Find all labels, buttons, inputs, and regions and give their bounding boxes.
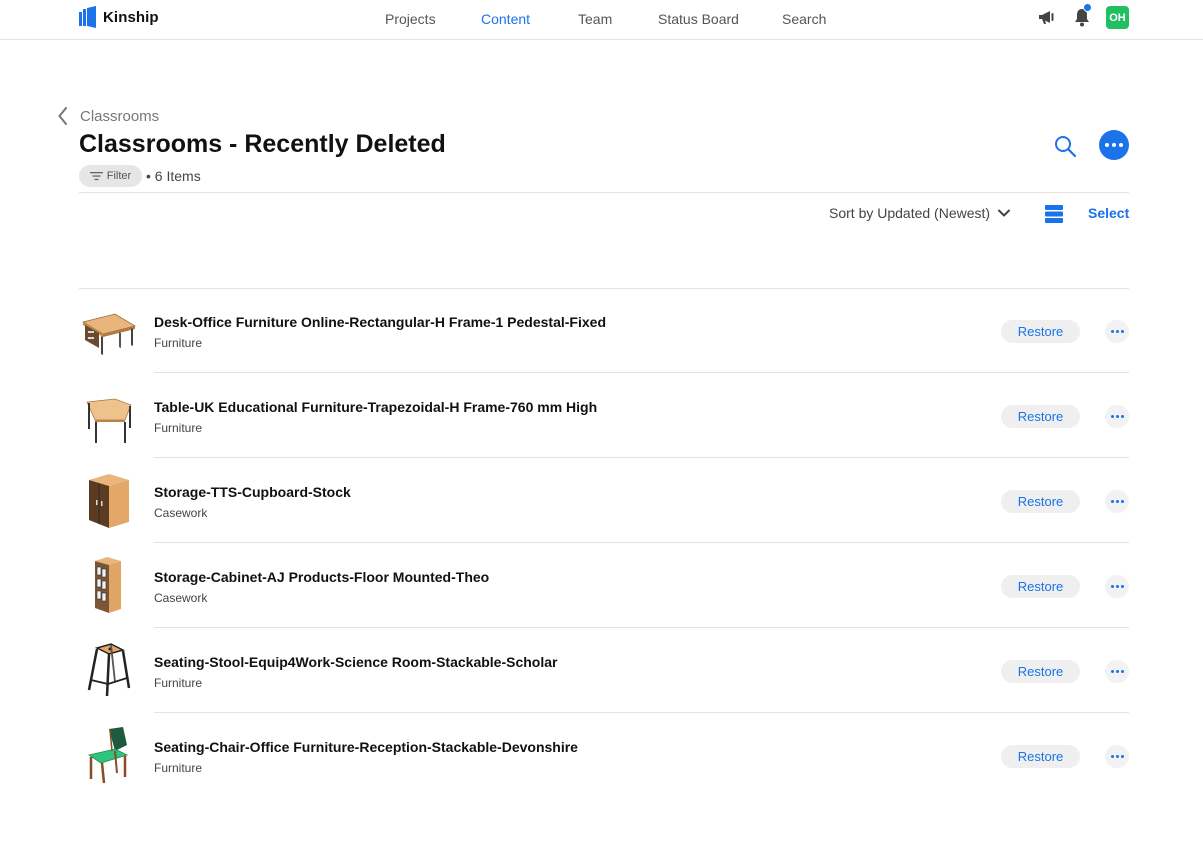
- dot: [1115, 330, 1119, 333]
- desk-icon: [81, 313, 137, 355]
- dot: [1105, 143, 1109, 147]
- kinship-logo[interactable]: Kinship: [79, 6, 159, 28]
- item-more-button[interactable]: [1105, 745, 1129, 768]
- dot: [1120, 585, 1124, 588]
- dot: [1120, 670, 1124, 673]
- filter-icon: [89, 172, 103, 181]
- nav-projects[interactable]: Projects: [385, 11, 436, 27]
- item-count: • 6 Items: [146, 168, 201, 184]
- restore-button[interactable]: Restore: [1001, 575, 1080, 598]
- chair-icon: [88, 727, 129, 784]
- back-to-classrooms[interactable]: Classrooms: [58, 107, 159, 125]
- item-more-button[interactable]: [1105, 660, 1129, 683]
- item-category: Furniture: [154, 421, 203, 435]
- restore-button[interactable]: Restore: [1001, 660, 1080, 683]
- cabinet-icon: [95, 557, 121, 613]
- item-name[interactable]: Table-UK Educational Furniture-Trapezoid…: [154, 399, 597, 415]
- list-view-icon[interactable]: [1045, 205, 1063, 223]
- top-navigation-bar: Kinship Projects Content Team Status Boa…: [0, 0, 1203, 40]
- item-category: Furniture: [154, 676, 203, 690]
- item-category: Casework: [154, 506, 208, 520]
- dot: [1112, 143, 1116, 147]
- dot: [1115, 500, 1119, 503]
- nav-status-board[interactable]: Status Board: [658, 11, 739, 27]
- item-name[interactable]: Storage-Cabinet-AJ Products-Floor Mounte…: [154, 569, 489, 585]
- header-divider: [79, 192, 1129, 193]
- notification-badge: [1083, 3, 1092, 12]
- dot: [1110, 500, 1114, 503]
- kinship-logo-icon: [79, 6, 96, 28]
- item-more-button[interactable]: [1105, 405, 1129, 428]
- dot: [1120, 330, 1124, 333]
- app-name: Kinship: [103, 8, 159, 26]
- filter-button[interactable]: Filter: [79, 165, 142, 187]
- dot: [1110, 755, 1114, 758]
- item-name[interactable]: Seating-Chair-Office Furniture-Reception…: [154, 739, 578, 755]
- restore-button[interactable]: Restore: [1001, 320, 1080, 343]
- item-category: Furniture: [154, 336, 203, 350]
- item-count-text: 6 Items: [154, 168, 201, 184]
- stool-icon: [87, 643, 131, 697]
- item-more-button[interactable]: [1105, 320, 1129, 343]
- select-button[interactable]: Select: [1088, 205, 1129, 221]
- item-more-button[interactable]: [1105, 490, 1129, 513]
- item-name[interactable]: Desk-Office Furniture Online-Rectangular…: [154, 314, 606, 330]
- restore-button[interactable]: Restore: [1001, 490, 1080, 513]
- dot: [1119, 143, 1123, 147]
- cupboard-icon: [89, 474, 129, 528]
- page-title: Classrooms - Recently Deleted: [79, 130, 446, 158]
- filter-label: Filter: [106, 170, 132, 182]
- nav-team[interactable]: Team: [578, 11, 612, 27]
- dot: [1120, 500, 1124, 503]
- list-item[interactable]: Seating-Chair-Office Furniture-Reception…: [79, 713, 1129, 798]
- table-icon: [86, 398, 132, 443]
- search-icon[interactable]: [1053, 134, 1077, 158]
- item-category: Furniture: [154, 761, 203, 775]
- dot: [1120, 755, 1124, 758]
- list-item[interactable]: Storage-Cabinet-AJ Products-Floor Mounte…: [79, 543, 1129, 628]
- chevron-left-icon: [58, 107, 67, 125]
- list-item[interactable]: Storage-TTS-Cupboard-Stock Casework Rest…: [79, 458, 1129, 543]
- dot: [1110, 415, 1114, 418]
- sort-label: Sort by Updated (Newest): [829, 205, 991, 221]
- megaphone-icon[interactable]: [1037, 8, 1057, 26]
- item-name[interactable]: Seating-Stool-Equip4Work-Science Room-St…: [154, 654, 557, 670]
- more-options-button[interactable]: [1099, 130, 1129, 160]
- dot: [1120, 415, 1124, 418]
- list-item[interactable]: Seating-Stool-Equip4Work-Science Room-St…: [79, 628, 1129, 713]
- dot: [1115, 415, 1119, 418]
- list-item[interactable]: Table-UK Educational Furniture-Trapezoid…: [79, 373, 1129, 458]
- list-item[interactable]: Desk-Office Furniture Online-Rectangular…: [79, 288, 1129, 373]
- restore-button[interactable]: Restore: [1001, 745, 1080, 768]
- user-avatar[interactable]: OH: [1106, 6, 1129, 29]
- item-more-button[interactable]: [1105, 575, 1129, 598]
- chevron-down-icon: [998, 209, 1011, 217]
- dot: [1115, 755, 1119, 758]
- nav-content[interactable]: Content: [481, 11, 530, 27]
- dot: [1110, 585, 1114, 588]
- restore-button[interactable]: Restore: [1001, 405, 1080, 428]
- dot: [1110, 670, 1114, 673]
- item-name[interactable]: Storage-TTS-Cupboard-Stock: [154, 484, 351, 500]
- sort-dropdown[interactable]: Sort by Updated (Newest): [829, 205, 1011, 221]
- nav-search[interactable]: Search: [782, 11, 826, 27]
- dot: [1110, 330, 1114, 333]
- breadcrumb-label: Classrooms: [80, 107, 160, 125]
- dot: [1115, 585, 1119, 588]
- dot: [1115, 670, 1119, 673]
- item-category: Casework: [154, 591, 208, 605]
